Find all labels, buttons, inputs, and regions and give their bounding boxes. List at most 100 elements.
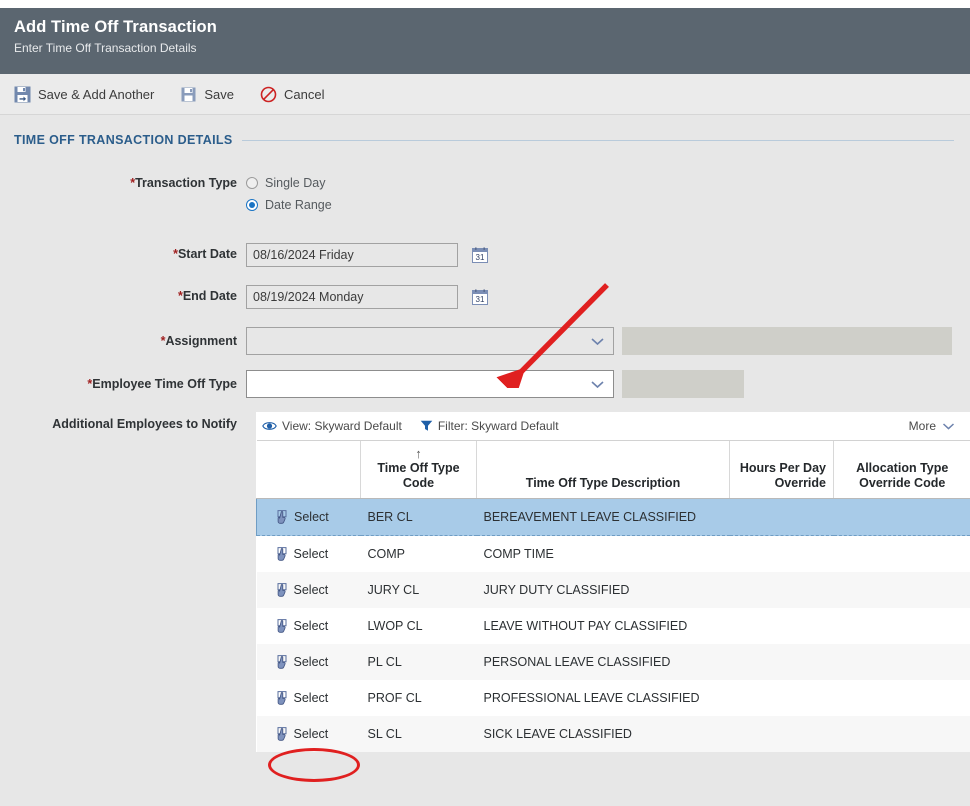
start-date-input[interactable]: 08/16/2024 Friday xyxy=(246,243,458,267)
section-title: TIME OFF TRANSACTION DETAILS xyxy=(14,133,233,147)
table-cell-description: JURY DUTY CLASSIFIED xyxy=(476,572,730,608)
table-cell-select[interactable]: Select xyxy=(257,536,361,573)
select-row-button[interactable]: Select xyxy=(264,582,354,598)
hand-pointer-icon xyxy=(277,690,286,705)
calendar-icon-start-date[interactable]: 31 xyxy=(472,247,488,263)
page-header: Add Time Off Transaction Enter Time Off … xyxy=(0,8,970,74)
eye-icon xyxy=(262,422,277,430)
table-cell-allocation-type-override-code xyxy=(834,536,970,573)
end-date-input[interactable]: 08/19/2024 Monday xyxy=(246,285,458,309)
col-header-hours-per-day-override[interactable]: Hours Per Day Override xyxy=(729,440,834,499)
time-off-type-table: ↑ Time Off Type Code Time Off Type Descr… xyxy=(256,440,970,752)
calendar-icon-end-date[interactable]: 31 xyxy=(472,289,488,305)
table-cell-hours-per-day-override xyxy=(730,608,834,644)
funnel-icon xyxy=(420,420,433,431)
table-cell-code: JURY CL xyxy=(360,572,477,608)
table-cell-allocation-type-override-code xyxy=(833,644,970,680)
radio-single-day[interactable]: Single Day xyxy=(246,172,332,194)
table-cell-hours-per-day-override xyxy=(729,572,834,608)
table-header-row: ↑ Time Off Type Code Time Off Type Descr… xyxy=(256,440,970,499)
select-row-label: Select xyxy=(293,655,329,669)
select-row-button[interactable]: Select xyxy=(264,618,354,634)
page-title: Add Time Off Transaction xyxy=(14,18,217,36)
table-row[interactable]: Select PROF CL PROFESSIONAL LEAVE CLASSIFI… xyxy=(257,680,970,716)
table-cell-hours-per-day-override xyxy=(729,644,834,680)
table-cell-select[interactable]: Select xyxy=(257,608,361,644)
select-row-button[interactable]: Select xyxy=(264,546,354,562)
table-cell-code: PL CL xyxy=(360,644,477,680)
table-cell-hours-per-day-override xyxy=(729,716,834,752)
table-row[interactable]: Select SL CL SICK LEAVE CLASSIFIED xyxy=(256,716,970,752)
col-header-allocation-type-override-code[interactable]: Allocation Type Override Code xyxy=(833,440,970,499)
col-header-code-label: Time Off Type Code xyxy=(377,461,460,490)
table-row[interactable]: Select BER CL BEREAVEMENT LEAVE CLASSIFIED xyxy=(256,498,970,536)
table-cell-description: SICK LEAVE CLASSIFIED xyxy=(476,716,730,752)
select-row-button[interactable]: Select xyxy=(264,654,354,670)
table-header: ↑ Time Off Type Code Time Off Type Descr… xyxy=(256,440,970,499)
col-header-code[interactable]: ↑ Time Off Type Code xyxy=(360,440,477,499)
more-menu[interactable]: More xyxy=(909,419,962,433)
field-row-assignment: *Assignment xyxy=(0,327,970,355)
chevron-down-icon-assignment xyxy=(591,337,604,345)
table-cell-hours-per-day-override xyxy=(730,536,834,573)
table-cell-select[interactable]: Select xyxy=(256,644,361,680)
field-row-employee-time-off-type: *Employee Time Off Type xyxy=(0,370,970,398)
col-header-description[interactable]: Time Off Type Description xyxy=(476,440,730,499)
field-row-start-date: *Start Date 08/16/2024 Friday 31 xyxy=(0,243,970,267)
table-cell-allocation-type-override-code xyxy=(834,608,970,644)
save-button[interactable]: Save xyxy=(180,86,234,103)
select-row-button[interactable]: Select xyxy=(264,726,354,742)
select-row-label: Select xyxy=(293,691,329,705)
form-panel: TIME OFF TRANSACTION DETAILS *Transactio… xyxy=(0,115,970,806)
employee-time-off-type-select[interactable] xyxy=(246,370,614,398)
field-row-end-date: *End Date 08/19/2024 Monday 31 xyxy=(0,285,970,309)
hand-pointer-icon xyxy=(277,582,286,597)
table-cell-select[interactable]: Select xyxy=(256,716,361,752)
table-cell-code: BER CL xyxy=(360,498,477,536)
table-cell-hours-per-day-override xyxy=(729,498,834,536)
table-cell-description: BEREAVEMENT LEAVE CLASSIFIED xyxy=(476,498,730,536)
section-header: TIME OFF TRANSACTION DETAILS xyxy=(14,133,954,147)
table-row[interactable]: Select PL CL PERSONAL LEAVE CLASSIFIED xyxy=(256,644,970,680)
chevron-down-icon-more xyxy=(942,422,955,430)
cancel-button[interactable]: Cancel xyxy=(260,86,324,103)
table-cell-select[interactable]: Select xyxy=(256,572,361,608)
grid-toolbar: View: Skyward Default Filter: Skyward De… xyxy=(256,412,970,440)
save-add-another-icon xyxy=(14,86,31,102)
table-cell-select[interactable]: Select xyxy=(257,680,361,716)
table-cell-code: PROF CL xyxy=(367,691,422,705)
save-and-add-another-label: Save & Add Another xyxy=(38,86,155,102)
table-cell-allocation-type-override-code xyxy=(833,572,970,608)
select-row-button[interactable]: Select xyxy=(264,509,354,525)
radio-date-range-circle[interactable] xyxy=(246,199,258,211)
table-cell-description: PROFESSIONAL LEAVE CLASSIFIED xyxy=(483,691,700,705)
save-and-add-another-button[interactable]: Save & Add Another xyxy=(14,86,154,103)
radio-date-range-label: Date Range xyxy=(265,198,332,212)
radio-date-range[interactable]: Date Range xyxy=(246,194,332,216)
table-cell-select[interactable]: Select xyxy=(256,498,361,536)
select-row-button[interactable]: Select xyxy=(264,690,354,706)
table-cell-code: SL CL xyxy=(360,716,477,752)
filter-selector[interactable]: Filter: Skyward Default xyxy=(420,419,559,433)
chevron-down-icon-employee-time-off-type xyxy=(591,380,604,388)
table-row[interactable]: Select COMP COMP TIME xyxy=(257,536,970,573)
start-date-label: *Start Date xyxy=(173,247,237,261)
table-cell-hours-per-day-override xyxy=(730,680,834,716)
view-selector[interactable]: View: Skyward Default xyxy=(262,419,402,433)
hand-pointer-icon xyxy=(277,618,286,633)
radio-single-day-label: Single Day xyxy=(265,176,326,190)
table-row[interactable]: Select LWOP CL LEAVE WITHOUT PAY CLASSIFIE… xyxy=(257,608,970,644)
select-row-label: Select xyxy=(294,510,329,524)
filter-label: Filter: Skyward Default xyxy=(437,419,559,433)
col-header-allocation-type-override-code-label: Allocation Type Override Code xyxy=(856,461,949,490)
select-row-label: Select xyxy=(293,583,329,597)
assignment-select[interactable] xyxy=(246,327,614,355)
select-row-label: Select xyxy=(293,727,329,741)
view-label: View: Skyward Default xyxy=(282,419,402,433)
employee-time-off-type-readonly-slab xyxy=(622,370,744,398)
table-cell-allocation-type-override-code xyxy=(833,716,970,752)
table-row[interactable]: Select JURY CL JURY DUTY CLASSIFIED xyxy=(256,572,970,608)
action-toolbar: Save & Add Another Save Cancel xyxy=(0,74,970,115)
radio-single-day-circle[interactable] xyxy=(246,177,258,189)
col-header-select xyxy=(256,440,361,499)
